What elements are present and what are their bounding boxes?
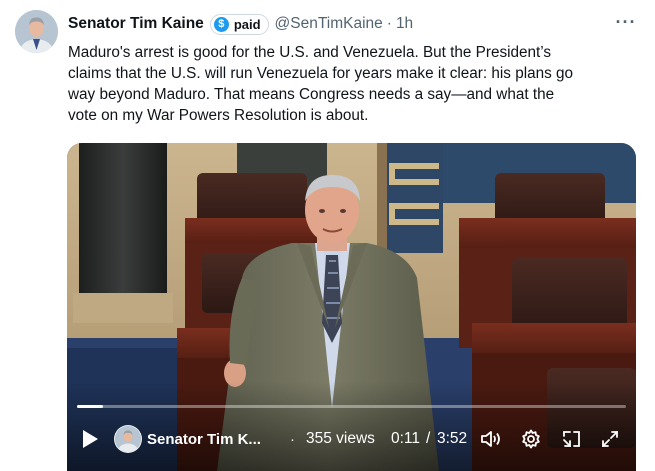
settings-gear-icon[interactable] xyxy=(521,427,545,451)
dock-icon[interactable] xyxy=(561,427,585,451)
separator-dot: · xyxy=(386,15,392,32)
play-icon[interactable] xyxy=(81,427,101,451)
video-progress-bar[interactable] xyxy=(77,405,626,408)
controls-overlay xyxy=(67,381,636,471)
post-text: Maduro's arrest is good for the U.S. and… xyxy=(68,44,574,124)
dollar-icon: $ xyxy=(213,16,229,32)
controls-separator: · xyxy=(290,430,295,448)
video-player[interactable]: Senator Tim K... · 355 views 0:11 / 3:52 xyxy=(67,143,636,471)
author-name[interactable]: Senator Tim Kaine xyxy=(68,15,204,33)
post-header: Senator Tim Kaine $ paid @SenTimKaine · … xyxy=(68,13,413,35)
author-avatar[interactable] xyxy=(15,10,58,53)
channel-avatar[interactable] xyxy=(114,425,142,453)
author-handle[interactable]: @SenTimKaine xyxy=(275,15,383,33)
volume-icon[interactable] xyxy=(480,427,504,451)
post-timestamp[interactable]: 1h xyxy=(396,15,413,33)
paid-badge-label: paid xyxy=(233,16,261,32)
fullscreen-icon[interactable] xyxy=(600,427,624,451)
video-controls: Senator Tim K... · 355 views 0:11 / 3:52 xyxy=(67,425,636,453)
channel-name[interactable]: Senator Tim K... xyxy=(147,427,261,451)
video-progress-fill xyxy=(77,405,103,408)
paid-badge[interactable]: $ paid xyxy=(209,13,269,35)
time-separator: / xyxy=(426,430,431,447)
current-time: 0:11 xyxy=(391,430,421,447)
total-time: 3:52 xyxy=(437,430,468,447)
more-options-icon[interactable]: ··· xyxy=(614,12,638,32)
view-count: 355 views xyxy=(306,430,375,447)
